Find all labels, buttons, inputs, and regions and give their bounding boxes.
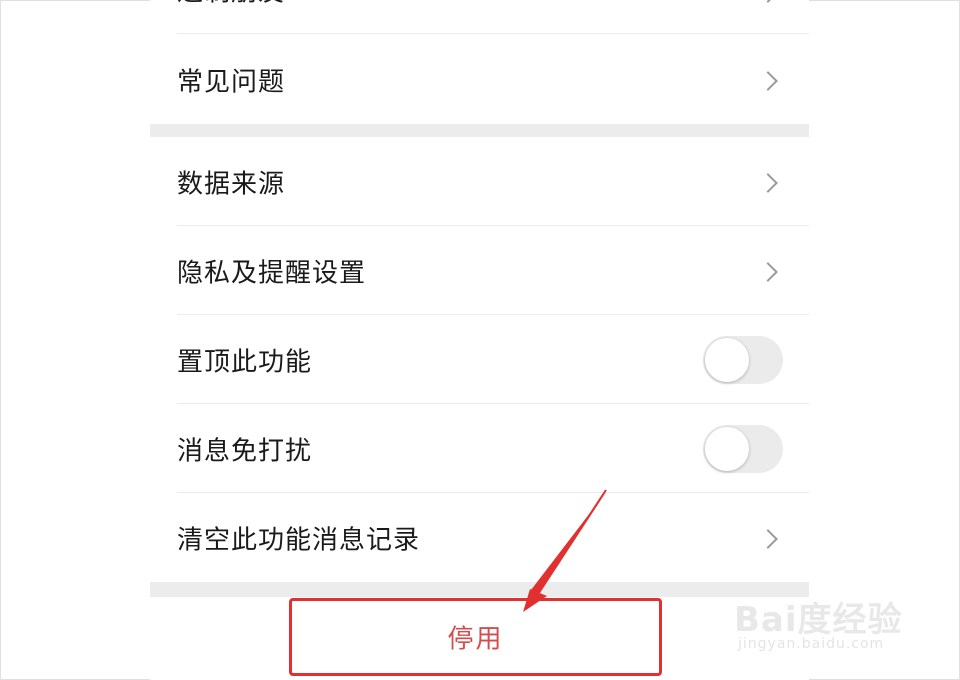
chevron-right-icon: [758, 528, 778, 549]
toggle-knob: [705, 337, 749, 382]
toggle-knob: [705, 426, 749, 471]
settings-panel: 进制朋友 常见问题 数据来源 隐私及提醒设置 置顶此功能 消息免打扰: [150, 0, 809, 680]
menu-item-label: 进制朋友: [177, 0, 285, 9]
chevron-right-icon: [758, 172, 778, 193]
menu-item-faq[interactable]: 常见问题: [150, 35, 809, 124]
do-not-disturb-toggle[interactable]: [703, 424, 783, 473]
chevron-right-icon: [758, 261, 778, 282]
section-gap: [150, 124, 809, 137]
menu-item-pin-feature: 置顶此功能: [150, 315, 809, 404]
disable-button-label: 停用: [447, 624, 504, 655]
chevron-right-icon: [758, 70, 778, 91]
menu-item-label: 清空此功能消息记录: [177, 525, 421, 555]
menu-item-privacy-settings[interactable]: 隐私及提醒设置: [150, 226, 809, 315]
menu-item-label: 消息免打扰: [177, 436, 313, 466]
pin-feature-toggle[interactable]: [703, 335, 783, 384]
menu-item-clear-history[interactable]: 清空此功能消息记录: [150, 493, 809, 582]
menu-item-label: 常见问题: [177, 67, 286, 97]
menu-item-partial[interactable]: 进制朋友: [150, 0, 809, 34]
section-gap: [150, 582, 809, 597]
menu-item-label: 置顶此功能: [177, 347, 313, 377]
row-divider: [177, 33, 809, 34]
menu-item-do-not-disturb: 消息免打扰: [150, 404, 809, 493]
chevron-right-icon: [758, 0, 778, 3]
menu-item-label: 隐私及提醒设置: [177, 258, 367, 288]
menu-item-label: 数据来源: [177, 169, 286, 199]
disable-button[interactable]: 停用: [289, 598, 662, 676]
menu-item-data-source[interactable]: 数据来源: [150, 137, 809, 226]
